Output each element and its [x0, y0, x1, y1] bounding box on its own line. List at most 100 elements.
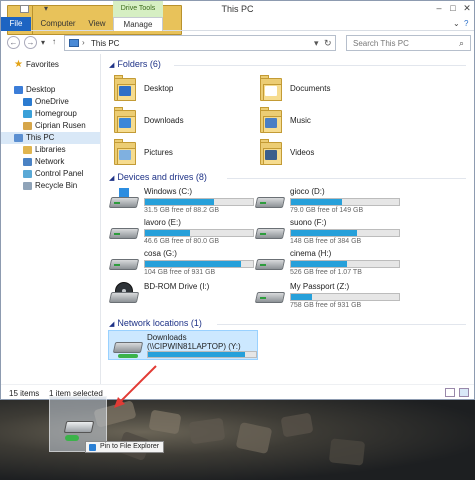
- search-input[interactable]: Search This PC ⌕: [346, 35, 471, 51]
- sidebar-item-desktop[interactable]: Desktop: [1, 84, 100, 96]
- drive-name: lavoro (E:): [144, 218, 181, 227]
- drive-item[interactable]: BD-ROM Drive (I:): [106, 282, 256, 310]
- sidebar-item-libraries[interactable]: Libraries: [1, 144, 100, 156]
- sidebar-item-network[interactable]: Network: [1, 156, 100, 168]
- drive-item[interactable]: cosa (G:) 104 GB free of 931 GB: [106, 249, 256, 277]
- drive-usage-bar: [290, 198, 400, 206]
- navigation-bar: ← → ▾ ↑ › This PC ▾ ↻ Search This PC ⌕: [1, 32, 474, 54]
- computer-icon: [69, 39, 79, 47]
- collapse-chevron-icon[interactable]: ◢: [109, 175, 114, 182]
- recycle-bin-icon: [23, 182, 32, 190]
- sidebar-item-control-panel[interactable]: Control Panel: [1, 168, 100, 180]
- drive-free-space: 31.5 GB free of 88.2 GB: [144, 207, 220, 214]
- sidebar-item-label: This PC: [26, 133, 55, 142]
- minimize-button[interactable]: –: [433, 3, 445, 14]
- drive-item[interactable]: lavoro (E:) 46.6 GB free of 80.0 GB: [106, 218, 256, 246]
- sidebar-item-homegroup[interactable]: Homegroup: [1, 108, 100, 120]
- group-header-devices[interactable]: ◢ Devices and drives (8): [109, 172, 207, 182]
- folder-label: Videos: [290, 148, 315, 157]
- tab-computer[interactable]: Computer: [39, 17, 77, 31]
- breadcrumb-separator[interactable]: ›: [82, 38, 85, 47]
- group-header-network[interactable]: ◢ Network locations (1): [109, 318, 202, 328]
- homegroup-icon: [23, 110, 32, 118]
- drive-usage-bar: [144, 229, 254, 237]
- folder-item-music[interactable]: Music: [252, 106, 402, 136]
- drive-name: suono (F:): [290, 218, 327, 227]
- desktop-icon: [14, 86, 23, 94]
- search-icon[interactable]: ⌕: [459, 38, 464, 49]
- sidebar-item-label: Libraries: [35, 145, 66, 154]
- control-panel-icon: [23, 170, 32, 178]
- navigation-pane: ★ Favorites Desktop OneDrive Homegroup Cipr…: [1, 54, 101, 384]
- network-drive-usage-bar: [147, 351, 257, 358]
- recent-locations-icon[interactable]: ▾: [41, 38, 45, 47]
- group-title: Network locations (1): [117, 318, 202, 328]
- folder-item-desktop[interactable]: Desktop: [106, 74, 256, 104]
- network-drive-item[interactable]: Downloads (\\CIPWIN81LAPTOP) (Y:): [108, 330, 258, 360]
- drive-item[interactable]: suono (F:) 148 GB free of 384 GB: [252, 218, 402, 246]
- close-button[interactable]: ✕: [461, 3, 473, 14]
- group-title: Devices and drives (8): [117, 172, 207, 182]
- sidebar-item-onedrive[interactable]: OneDrive: [1, 96, 100, 108]
- network-drive-name: Downloads (\\CIPWIN81LAPTOP) (Y:): [147, 333, 241, 351]
- folder-label: Downloads: [144, 116, 184, 125]
- sidebar-item-recycle-bin[interactable]: Recycle Bin: [1, 180, 100, 192]
- drive-usage-bar: [290, 260, 400, 268]
- up-button[interactable]: ↑: [52, 37, 56, 46]
- title-bar[interactable]: ▾ This PC – □ ✕: [1, 1, 474, 35]
- expand-ribbon-icon[interactable]: ⌄: [453, 19, 460, 28]
- drive-name: BD-ROM Drive (I:): [144, 282, 210, 291]
- group-title: Folders (6): [117, 59, 161, 69]
- drive-item[interactable]: My Passport (Z:) 758 GB free of 931 GB: [252, 282, 402, 310]
- folder-icon: [260, 75, 282, 101]
- drive-name: gioco (D:): [290, 187, 325, 196]
- forward-button[interactable]: →: [24, 36, 37, 49]
- file-explorer-window: ▾ This PC – □ ✕ File Computer View Drive…: [0, 0, 475, 400]
- windows-drive-icon: [108, 188, 140, 209]
- hard-drive-icon: [254, 222, 286, 240]
- sidebar-item-label: Recycle Bin: [35, 181, 78, 190]
- group-header-folders[interactable]: ◢ Folders (6): [109, 59, 161, 69]
- ribbon-tabs: File Computer View Drive Tools Manage ⌄ …: [1, 1, 474, 31]
- onedrive-icon: [23, 98, 32, 106]
- sidebar-item-ciprian-rusen[interactable]: Ciprian Rusen: [1, 120, 100, 132]
- tab-file[interactable]: File: [1, 17, 31, 31]
- sidebar-item-favorites[interactable]: ★ Favorites: [1, 59, 100, 71]
- library-icon: [23, 146, 32, 154]
- group-divider: [227, 178, 466, 179]
- computer-icon: [14, 134, 23, 142]
- drive-free-space: 148 GB free of 384 GB: [290, 238, 362, 245]
- tab-manage[interactable]: Manage: [113, 17, 163, 31]
- address-dropdown-icon[interactable]: ▾: [314, 38, 319, 49]
- folder-item-pictures[interactable]: Pictures: [106, 138, 256, 168]
- collapse-chevron-icon[interactable]: ◢: [109, 62, 114, 69]
- help-icon[interactable]: ?: [464, 19, 468, 28]
- sidebar-item-this-pc[interactable]: This PC: [1, 132, 100, 144]
- drive-item[interactable]: cinema (H:) 526 GB free of 1.07 TB: [252, 249, 402, 277]
- content-pane: ◢ Folders (6) Desktop Documents Downloads Mu…: [102, 54, 474, 384]
- drive-name: Windows (C:): [144, 187, 193, 196]
- drive-item[interactable]: Windows (C:) 31.5 GB free of 88.2 GB: [106, 187, 256, 215]
- folder-item-documents[interactable]: Documents: [252, 74, 402, 104]
- folder-item-videos[interactable]: Videos: [252, 138, 402, 168]
- hard-drive-icon: [254, 191, 286, 209]
- hard-drive-icon: [254, 253, 286, 271]
- sidebar-item-label: OneDrive: [35, 97, 69, 106]
- maximize-button[interactable]: □: [447, 3, 459, 14]
- large-icons-view-button[interactable]: [459, 388, 469, 397]
- tab-view[interactable]: View: [85, 17, 109, 31]
- collapse-chevron-icon[interactable]: ◢: [109, 321, 114, 328]
- refresh-icon[interactable]: ↻: [324, 38, 332, 49]
- pin-tooltip: Pin to File Explorer: [85, 441, 165, 453]
- drive-name: My Passport (Z:): [290, 282, 350, 291]
- drive-item[interactable]: gioco (D:) 79.0 GB free of 149 GB: [252, 187, 402, 215]
- folder-item-downloads[interactable]: Downloads: [106, 106, 256, 136]
- back-button[interactable]: ←: [7, 36, 20, 49]
- details-view-button[interactable]: [445, 388, 455, 397]
- drive-tools-context-label: Drive Tools: [113, 1, 163, 17]
- folder-label: Pictures: [144, 148, 173, 157]
- network-drive-icon: [112, 339, 144, 358]
- breadcrumb-this-pc[interactable]: This PC: [91, 39, 119, 48]
- drive-usage-bar: [290, 229, 400, 237]
- address-bar[interactable]: › This PC ▾ ↻: [64, 35, 336, 51]
